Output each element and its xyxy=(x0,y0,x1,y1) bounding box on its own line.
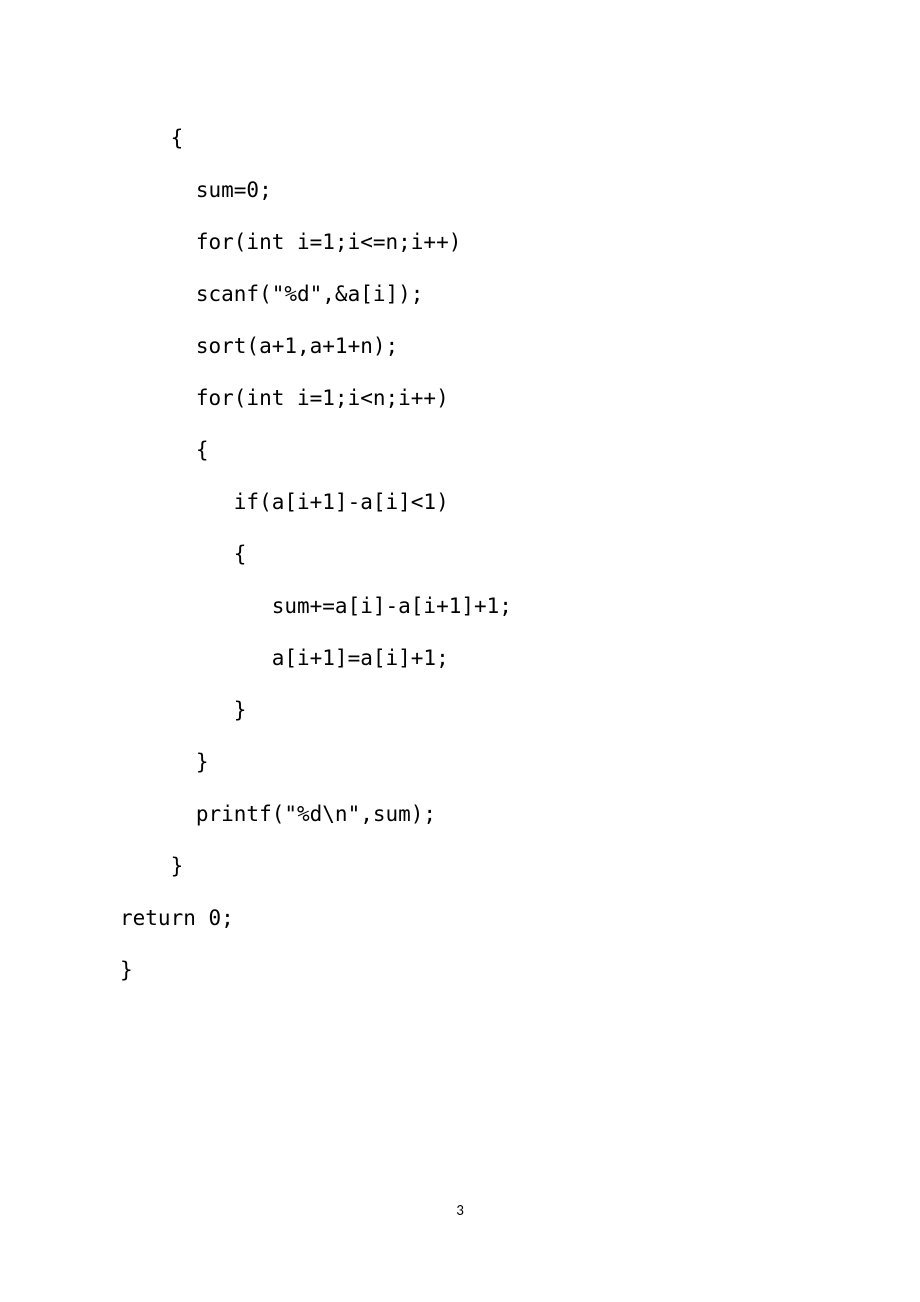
code-line: for(int i=1;i<n;i++) xyxy=(120,372,800,424)
code-line: } xyxy=(120,944,800,996)
code-line: { xyxy=(120,112,800,164)
code-line: sort(a+1,a+1+n); xyxy=(120,320,800,372)
code-line: sum+=a[i]-a[i+1]+1; xyxy=(120,580,800,632)
code-line: if(a[i+1]-a[i]<1) xyxy=(120,476,800,528)
code-line: for(int i=1;i<=n;i++) xyxy=(120,216,800,268)
code-line: printf("%d\n",sum); xyxy=(120,788,800,840)
code-line: return 0; xyxy=(120,892,800,944)
code-line: } xyxy=(120,684,800,736)
page-number: 3 xyxy=(0,1202,920,1220)
code-line: scanf("%d",&a[i]); xyxy=(120,268,800,320)
code-line: { xyxy=(120,424,800,476)
code-line: { xyxy=(120,528,800,580)
code-block: { sum=0; for(int i=1;i<=n;i++) scanf("%d… xyxy=(0,0,920,996)
code-line: } xyxy=(120,840,800,892)
code-line: a[i+1]=a[i]+1; xyxy=(120,632,800,684)
code-line: } xyxy=(120,736,800,788)
code-line: sum=0; xyxy=(120,164,800,216)
